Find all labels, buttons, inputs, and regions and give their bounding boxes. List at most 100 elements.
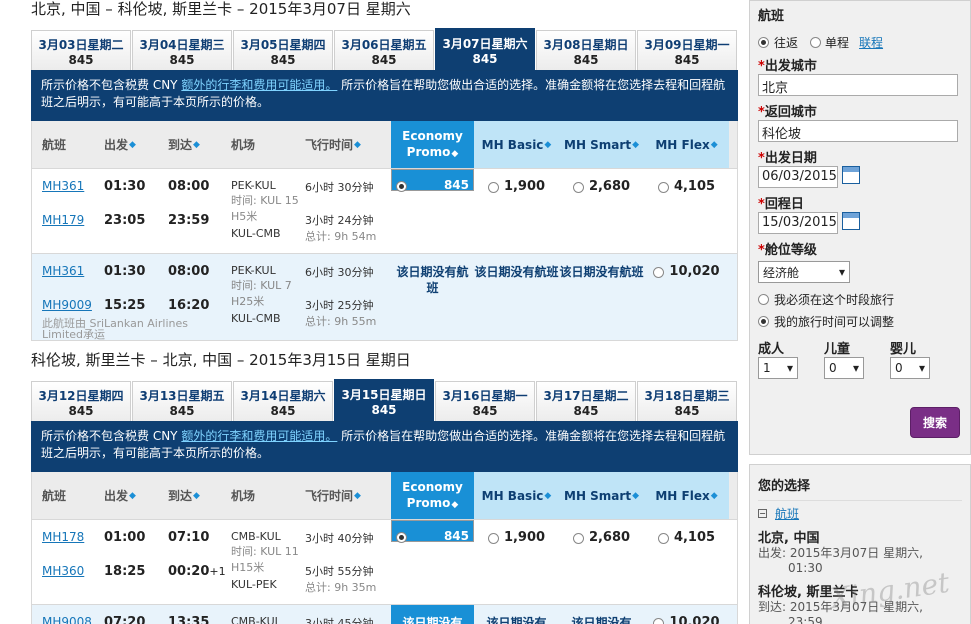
calendar-icon[interactable] — [842, 212, 860, 230]
flight-number-link[interactable]: MH178 — [42, 530, 94, 544]
fare-mh-flex[interactable]: 4,105 — [644, 520, 729, 604]
cabin-class-select[interactable]: 经济舱 ▾ — [758, 261, 850, 283]
return-date-tabs: 3月12日星期四 845 3月13日星期五 845 3月14日星期六 845 3月15… — [31, 379, 738, 422]
col-economy-promo[interactable]: Economy Promo◆ — [391, 472, 474, 519]
infants-select[interactable]: 0 ▾ — [890, 357, 930, 379]
flight-number-link[interactable]: MH361 — [42, 264, 94, 278]
flights-section-link[interactable]: 航班 — [775, 505, 799, 522]
return-date-input[interactable]: 15/03/2015 — [758, 212, 838, 234]
no-flight-label: 该日期没有航班 — [474, 265, 559, 279]
date-tab[interactable]: 3月13日星期五 845 — [132, 381, 232, 421]
radio-icon — [572, 182, 584, 193]
col-flight: 航班 — [42, 489, 67, 503]
date-tab[interactable]: 3月09日星期一 845 — [637, 30, 737, 70]
col-arrival[interactable]: 到达 ◆ — [158, 121, 221, 168]
radio-selected-icon — [396, 532, 407, 543]
col-duration[interactable]: 飞行时间 ◆ — [305, 472, 391, 519]
flight-number-link[interactable]: MH9009 — [42, 298, 94, 312]
date-tab[interactable]: 3月04日星期三 845 — [132, 30, 232, 70]
col-flight: 航班 — [42, 138, 67, 152]
date-tab[interactable]: 3月14日星期六 845 — [233, 381, 333, 421]
date-tab-selected[interactable]: 3月15日星期日 845 — [334, 379, 434, 421]
multi-city-link[interactable]: 联程 — [859, 34, 883, 51]
radio-icon — [487, 182, 499, 193]
radio-icon — [653, 618, 665, 624]
departure-date-input[interactable]: 06/03/2015 — [758, 166, 838, 188]
return-city-input[interactable]: 科伦坡 — [758, 120, 958, 142]
price-notice: 所示价格不包含税费 CNY 额外的行李和费用可能适用。 所示价格旨在帮助您做出合… — [31, 422, 738, 472]
children-select[interactable]: 0 ▾ — [824, 357, 864, 379]
calendar-icon[interactable] — [842, 166, 860, 184]
col-economy-promo[interactable]: Economy Promo◆ — [391, 121, 474, 168]
operator-note: 此航班由 SriLankan Airlines Limited承运 — [42, 317, 188, 341]
col-mh-flex[interactable]: MH Flex ◆ — [644, 121, 729, 168]
col-airport: 机场 — [231, 489, 256, 503]
fare-mh-smart[interactable]: 2,680 — [559, 520, 644, 604]
main-content: 北京, 中国 – 科伦坡, 斯里兰卡 – 2015年3月07日 星期六 3月03… — [31, 0, 738, 624]
adults-select[interactable]: 1 ▾ — [758, 357, 798, 379]
flight-number-link[interactable]: MH360 — [42, 564, 94, 578]
fare-mh-basic[interactable]: 1,900 — [474, 169, 559, 253]
col-departure[interactable]: 出发 ◆ — [94, 121, 158, 168]
chevron-down-icon: ▾ — [918, 361, 925, 375]
flight-table-header: 航班 出发 ◆ 到达 ◆ 机场 飞行时间 ◆ Economy Promo◆ MH Bas… — [31, 121, 738, 169]
sort-icon: ◆ — [354, 139, 361, 150]
col-arrival[interactable]: 到达 ◆ — [158, 472, 221, 519]
no-flight-label: 该日期没有航班 — [391, 254, 474, 340]
flight-number-link[interactable]: MH361 — [42, 179, 94, 193]
baggage-fees-link[interactable]: 额外的行李和费用可能适用。 — [181, 78, 337, 92]
col-mh-flex[interactable]: MH Flex ◆ — [644, 472, 729, 519]
sidebar: 航班 往返 单程 联程 *出发城市 北京 *返回城市 科伦坡 *出发日期 06/… — [749, 0, 971, 624]
sort-icon: ◆ — [129, 490, 136, 501]
fare-economy-promo[interactable]: 845 — [391, 169, 474, 192]
outbound-date-tabs: 3月03日星期二 845 3月04日星期三 845 3月05日星期四 845 3月06… — [31, 28, 738, 71]
radio-icon — [657, 182, 669, 193]
flight-row: MH361 MH9009 01:30 15:25 08:00 16:20 PEK-KU… — [31, 254, 738, 341]
col-mh-smart[interactable]: MH Smart ◆ — [559, 121, 644, 168]
date-tab-selected[interactable]: 3月07日星期六 845 — [435, 28, 535, 70]
radio-selected-icon[interactable] — [758, 316, 769, 327]
sort-icon: ◆ — [193, 490, 200, 501]
collapse-icon[interactable]: − — [758, 509, 767, 518]
date-tab[interactable]: 3月18日星期三 845 — [637, 381, 737, 421]
col-mh-basic[interactable]: MH Basic ◆ — [474, 472, 559, 519]
radio-icon — [487, 533, 499, 544]
date-tab[interactable]: 3月12日星期四 845 — [31, 381, 131, 421]
col-mh-basic[interactable]: MH Basic ◆ — [474, 121, 559, 168]
fare-mh-flex[interactable]: 10,020 — [644, 605, 729, 624]
fare-mh-flex[interactable]: 4,105 — [644, 169, 729, 253]
date-tab[interactable]: 3月03日星期二 845 — [31, 30, 131, 70]
radio-icon[interactable] — [758, 294, 769, 305]
fare-economy-promo[interactable]: 845 — [391, 520, 474, 543]
flight-table-header: 航班 出发 ◆ 到达 ◆ 机场 飞行时间 ◆ Economy Promo◆ MH Bas… — [31, 472, 738, 520]
sort-icon: ◆ — [710, 490, 718, 501]
sort-icon: ◆ — [451, 499, 459, 510]
date-tab[interactable]: 3月16日星期一 845 — [435, 381, 535, 421]
date-tab[interactable]: 3月08日星期日 845 — [536, 30, 636, 70]
sort-icon: ◆ — [544, 139, 552, 150]
fare-mh-flex[interactable]: 10,020 — [644, 254, 729, 340]
fare-mh-smart[interactable]: 2,680 — [559, 169, 644, 253]
radio-icon[interactable] — [810, 37, 822, 48]
search-button[interactable]: 搜索 — [909, 407, 960, 438]
chevron-down-icon: ▾ — [786, 361, 793, 375]
sort-icon: ◆ — [632, 490, 639, 501]
chevron-down-icon: ▾ — [852, 361, 859, 375]
fare-mh-basic[interactable]: 1,900 — [474, 520, 559, 604]
col-duration[interactable]: 飞行时间 ◆ — [305, 121, 391, 168]
col-mh-smart[interactable]: MH Smart ◆ — [559, 472, 644, 519]
outbound-title: 北京, 中国 – 科伦坡, 斯里兰卡 – 2015年3月07日 星期六 — [31, 0, 411, 18]
date-tab[interactable]: 3月17日星期二 845 — [536, 381, 636, 421]
col-departure[interactable]: 出发 ◆ — [94, 472, 158, 519]
flight-row: MH178 MH360 01:00 18:25 07:10 00:20+1 CMB-K… — [31, 520, 738, 605]
date-tab[interactable]: 3月06日星期五 845 — [334, 30, 434, 70]
radio-selected-icon[interactable] — [758, 37, 769, 48]
radio-icon — [657, 533, 669, 544]
origin-city-input[interactable]: 北京 — [758, 74, 958, 96]
sort-icon: ◆ — [451, 148, 459, 159]
return-title: 科伦坡, 斯里兰卡 – 北京, 中国 – 2015年3月15日 星期日 — [31, 351, 411, 369]
flight-number-link[interactable]: MH179 — [42, 213, 94, 227]
date-tab[interactable]: 3月05日星期四 845 — [233, 30, 333, 70]
flight-number-link[interactable]: MH9008 — [42, 615, 94, 624]
baggage-fees-link[interactable]: 额外的行李和费用可能适用。 — [181, 429, 337, 443]
